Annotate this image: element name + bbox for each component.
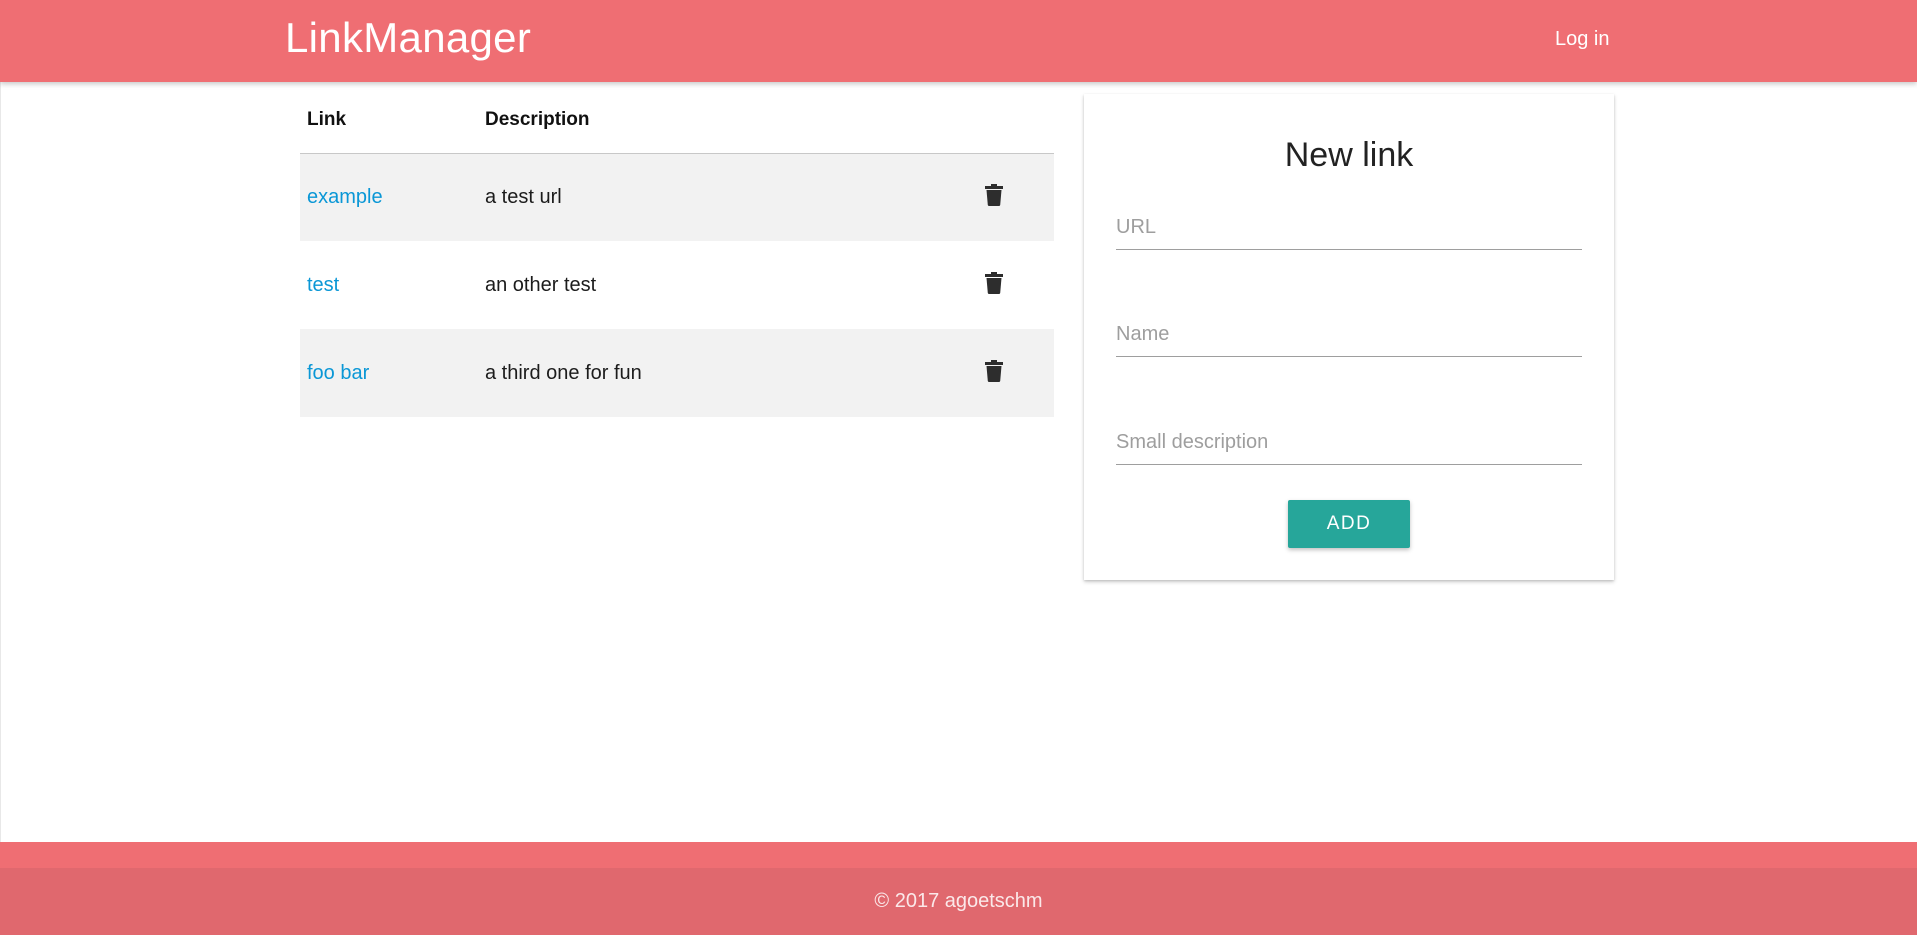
link-cell: test: [300, 241, 478, 329]
page-border: [0, 82, 1, 842]
footer: © 2017 agoetschm: [0, 842, 1917, 935]
login-link[interactable]: Log in: [1555, 28, 1610, 51]
url-input[interactable]: [1116, 206, 1582, 250]
link-name[interactable]: test: [307, 274, 339, 296]
description-cell: a test url: [485, 185, 562, 208]
brand-logo[interactable]: LinkManager: [285, 14, 531, 62]
add-button[interactable]: ADD: [1288, 500, 1410, 548]
table-header-row: Link Description: [300, 88, 1054, 154]
actions-cell: [978, 329, 1054, 417]
table-row: example a test url: [300, 153, 1054, 241]
name-input[interactable]: [1116, 313, 1582, 357]
trash-icon[interactable]: [985, 272, 1007, 298]
trash-icon[interactable]: [985, 184, 1007, 210]
links-table: Link Description example a test url test…: [300, 88, 1054, 417]
actions-cell: [978, 153, 1054, 241]
link-cell: foo bar: [300, 329, 478, 417]
link-name[interactable]: example: [307, 186, 383, 208]
actions-cell: [978, 241, 1054, 329]
card-title: New link: [1284, 136, 1414, 174]
top-navbar: LinkManager Log in: [0, 0, 1917, 82]
description-input[interactable]: [1116, 421, 1582, 465]
table-row: test an other test: [300, 241, 1054, 329]
column-header-description: Description: [478, 88, 978, 154]
new-link-card: New link ADD: [1084, 94, 1614, 580]
description-cell: a third one for fun: [485, 361, 642, 384]
column-header-actions: [978, 88, 1054, 154]
trash-icon[interactable]: [985, 360, 1007, 386]
link-cell: example: [300, 153, 478, 241]
column-header-link: Link: [300, 88, 478, 154]
link-name[interactable]: foo bar: [307, 362, 369, 384]
description-cell: an other test: [485, 273, 597, 296]
table-row: foo bar a third one for fun: [300, 329, 1054, 417]
footer-copyright: © 2017 agoetschm: [0, 868, 1917, 935]
